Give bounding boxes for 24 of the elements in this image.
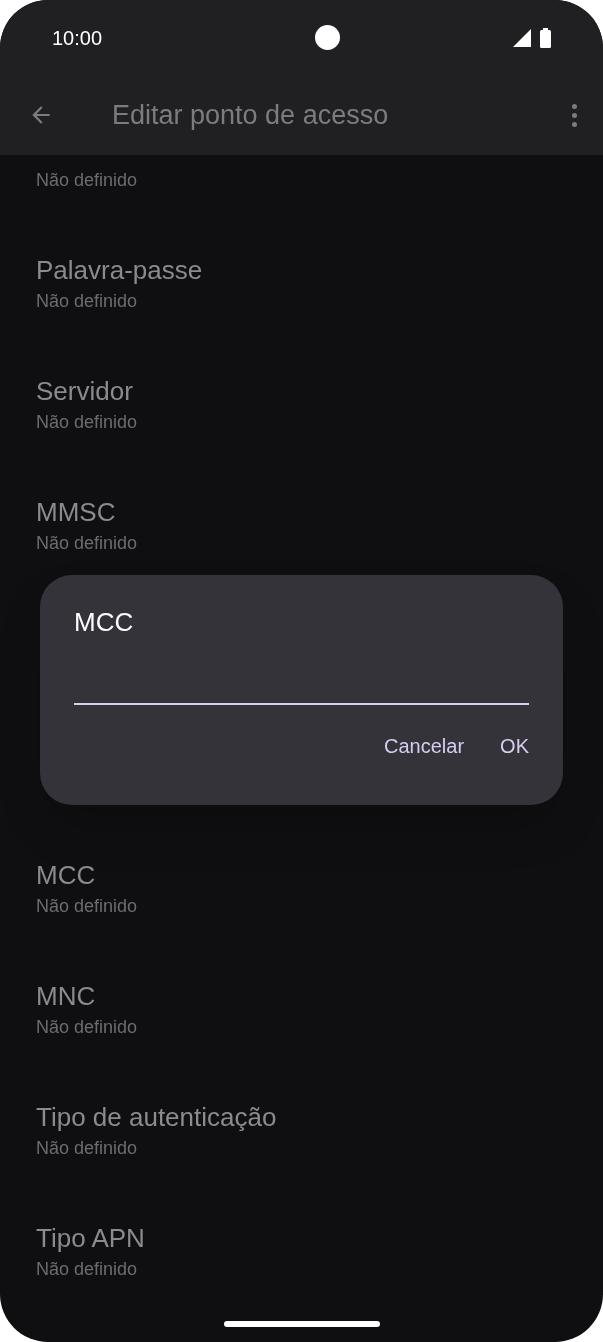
setting-title: Servidor [36, 375, 134, 408]
setting-title: MMSC [36, 496, 117, 529]
setting-value: Não definido [36, 411, 139, 434]
signal-icon [512, 27, 532, 48]
setting-title: Palavra-passe [36, 254, 204, 287]
more-options-icon[interactable] [571, 103, 577, 127]
setting-title: MCC [36, 859, 97, 892]
setting-value: Não definido [36, 895, 139, 918]
setting-value: Não definido [36, 169, 139, 192]
setting-value: Não definido [36, 290, 139, 313]
screen-title: Editar ponto de acesso [112, 98, 389, 132]
setting-value: Não definido [36, 1016, 139, 1039]
setting-title: Tipo APN [36, 1222, 146, 1255]
status-time: 10:00 [52, 25, 103, 51]
setting-title: Tipo de autenticação [36, 1101, 278, 1134]
camera-hole-icon [314, 25, 340, 50]
setting-value: Não definido [36, 532, 139, 555]
battery-icon [540, 27, 551, 48]
setting-value: Não definido [36, 1137, 139, 1160]
setting-value: Não definido [36, 1258, 139, 1281]
dialog-button[interactable]: OK [488, 725, 541, 767]
setting-title: MNC [36, 980, 97, 1013]
dialog-title: MCC [74, 606, 135, 639]
dialog-button[interactable]: Cancelar [372, 725, 477, 767]
